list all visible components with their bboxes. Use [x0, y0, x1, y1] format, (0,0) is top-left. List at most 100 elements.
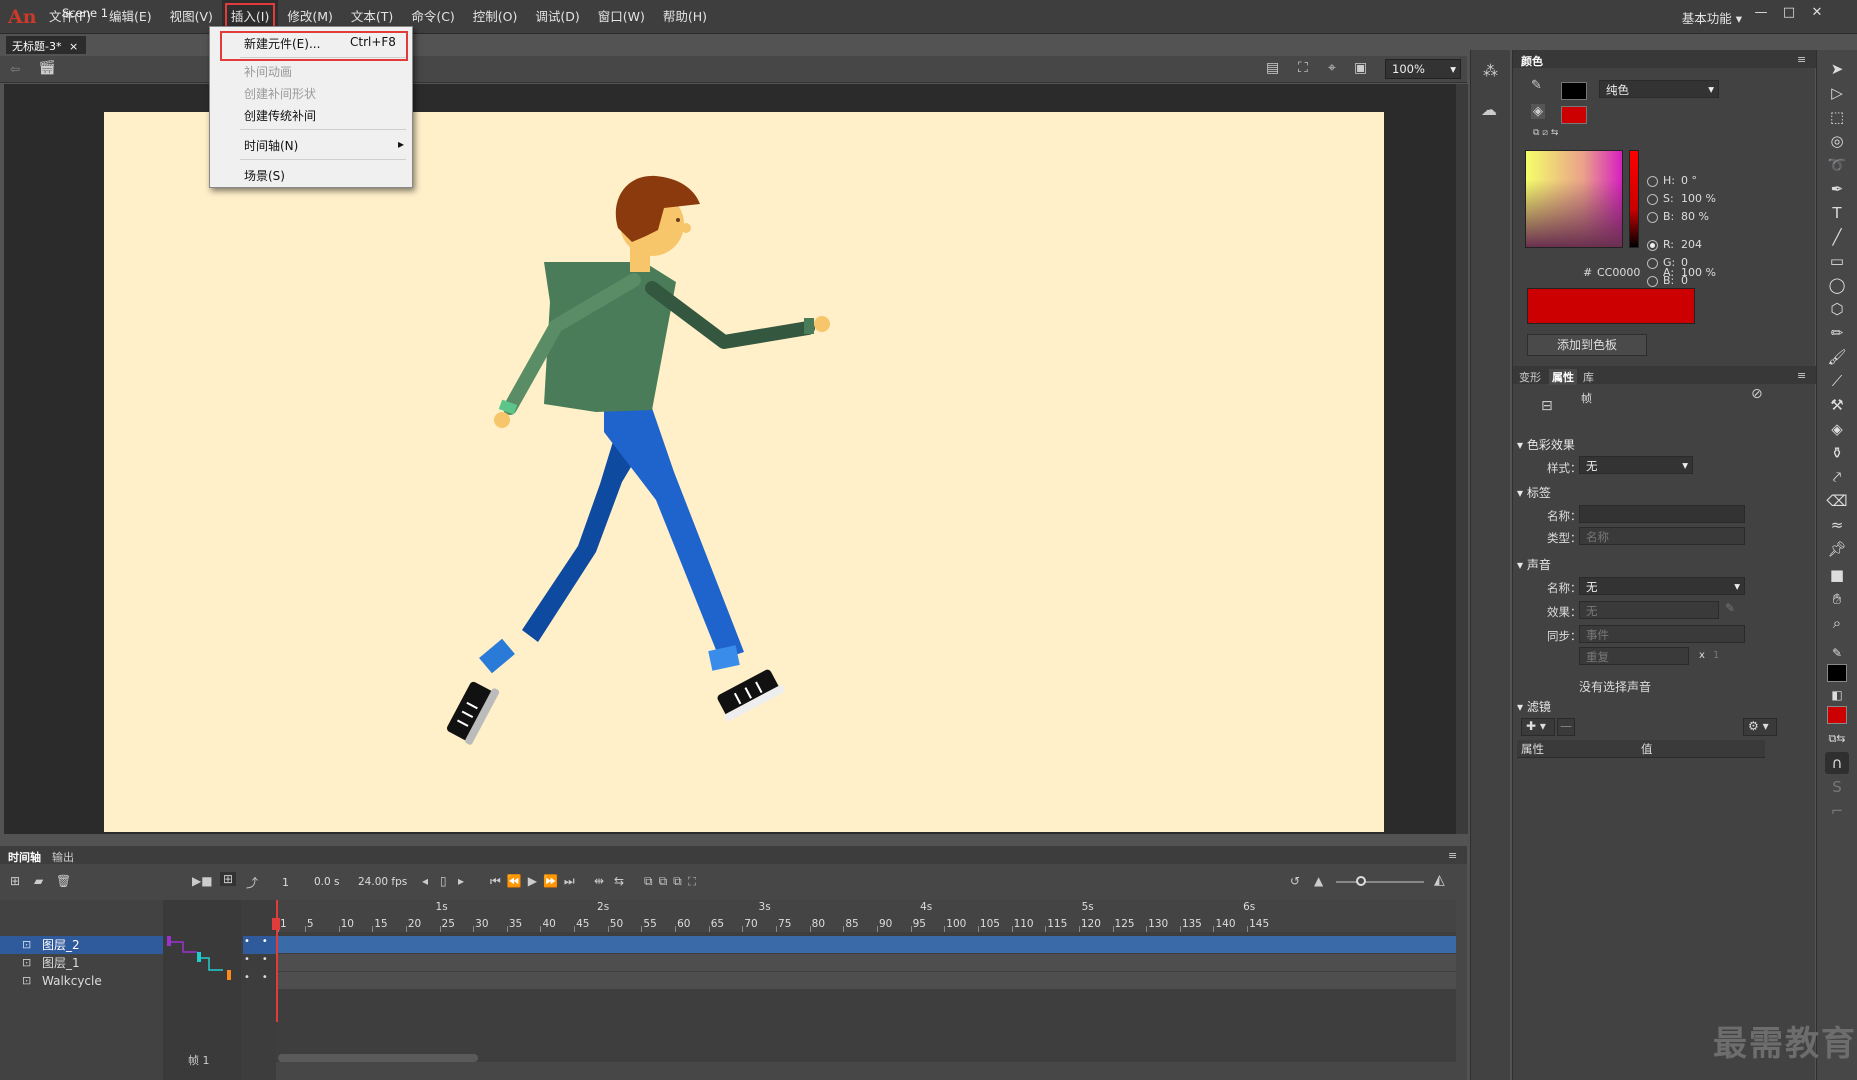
- frame-row-walkcycle[interactable]: [276, 972, 1456, 989]
- timeline-zoom-slider[interactable]: [1336, 881, 1424, 883]
- current-frame[interactable]: 1: [282, 876, 289, 889]
- visibility-dots[interactable]: ••: [244, 972, 280, 983]
- line-tool-icon[interactable]: ╱: [1825, 226, 1849, 248]
- style-select[interactable]: 无 ▾: [1579, 456, 1693, 474]
- menu-edit[interactable]: 编辑(E): [100, 0, 161, 34]
- center-stage-icon[interactable]: ⌖: [1328, 60, 1336, 76]
- document-tab[interactable]: 无标题-3* ×: [6, 36, 86, 54]
- insert-keyframe-icon[interactable]: ▯: [440, 874, 447, 888]
- delete-layer-icon[interactable]: 🗑︎: [56, 874, 71, 888]
- eyedropper-tool-icon[interactable]: ⤤: [1825, 466, 1849, 488]
- new-folder-icon[interactable]: ▰: [34, 874, 43, 888]
- g-radio[interactable]: [1647, 258, 1658, 269]
- motion-presets-icon[interactable]: ⁂: [1483, 62, 1498, 80]
- section-sound[interactable]: ▾ 声音: [1517, 556, 1551, 573]
- stage-canvas[interactable]: [104, 112, 1384, 832]
- r-value[interactable]: 204: [1681, 238, 1702, 251]
- oval-tool-icon[interactable]: ◯: [1825, 274, 1849, 296]
- visibility-dots[interactable]: ••: [244, 936, 280, 947]
- text-tool-icon[interactable]: T: [1825, 202, 1849, 224]
- stroke-color-swatch[interactable]: [1561, 82, 1587, 100]
- width-tool-icon[interactable]: ≈: [1825, 514, 1849, 536]
- menu-help[interactable]: 帮助(H): [654, 0, 716, 34]
- edit-symbol-icon[interactable]: ⛶: [1298, 60, 1308, 76]
- close-icon[interactable]: ✕: [1804, 2, 1830, 24]
- bone-tool-icon[interactable]: ⚒: [1825, 394, 1849, 416]
- camera-tool-icon[interactable]: ■: [1825, 564, 1849, 586]
- prev-keyframe-icon[interactable]: ◂: [422, 874, 428, 888]
- tab-timeline[interactable]: 时间轴: [8, 849, 41, 865]
- polystar-tool-icon[interactable]: ⬡: [1825, 298, 1849, 320]
- tab-properties[interactable]: 属性: [1549, 369, 1577, 385]
- section-color-effect[interactable]: ▾ 色彩效果: [1517, 436, 1575, 453]
- snap-magnet-icon[interactable]: ∩: [1825, 752, 1849, 774]
- menu-debug[interactable]: 调试(D): [526, 0, 588, 34]
- stage-vertical-scrollbar[interactable]: [1456, 84, 1468, 834]
- pen-tool-icon[interactable]: ✒: [1825, 178, 1849, 200]
- remove-filter-button[interactable]: —: [1557, 718, 1575, 736]
- walking-character[interactable]: [104, 112, 1384, 832]
- layer-parenting-icon[interactable]: ⊞: [220, 872, 237, 886]
- playback-controls[interactable]: ⏮⏪▶⏩⏭: [490, 874, 581, 889]
- paint-bucket-tool-icon[interactable]: ◈: [1825, 418, 1849, 440]
- undo-icon[interactable]: ↺: [1290, 874, 1300, 888]
- color-picker-field[interactable]: [1525, 150, 1623, 248]
- timeline-horizontal-scrollbar[interactable]: [278, 1054, 478, 1062]
- b-value[interactable]: 80 %: [1681, 210, 1709, 223]
- zoom-tool-icon[interactable]: ⌕: [1825, 612, 1849, 634]
- brightness-slider[interactable]: [1629, 150, 1639, 248]
- help-icon[interactable]: ⊘: [1751, 386, 1763, 402]
- section-label[interactable]: ▾ 标签: [1517, 484, 1551, 501]
- r-radio[interactable]: [1647, 240, 1658, 251]
- minimize-icon[interactable]: —: [1748, 2, 1774, 24]
- timeline-zoom-thumb[interactable]: [1356, 876, 1366, 886]
- toolbar-stroke-swatch[interactable]: [1827, 664, 1847, 682]
- zoom-in-timeline-icon[interactable]: ◭: [1434, 872, 1445, 888]
- loop-icon[interactable]: ⇆: [614, 874, 624, 888]
- 3d-rotation-tool-icon[interactable]: ◎: [1825, 130, 1849, 152]
- filter-options-gear-icon[interactable]: ⚙ ▾: [1743, 718, 1777, 736]
- panel-menu-icon[interactable]: ≡: [1797, 53, 1806, 66]
- visibility-dots[interactable]: ••: [244, 954, 280, 965]
- asset-warp-tool-icon[interactable]: 📌︎: [1825, 538, 1849, 560]
- h-value[interactable]: 0 °: [1681, 174, 1697, 187]
- back-arrow-icon[interactable]: ⇦: [10, 62, 20, 76]
- tab-library[interactable]: 库: [1583, 369, 1594, 385]
- section-filters[interactable]: ▾ 滤镜: [1517, 698, 1551, 715]
- subselection-tool-icon[interactable]: ▷: [1825, 82, 1849, 104]
- edit-scene-icon[interactable]: ▤: [1266, 60, 1279, 76]
- tab-transform[interactable]: 变形: [1519, 369, 1541, 385]
- menu-item-new-symbol[interactable]: 新建元件(E)...: [244, 35, 320, 52]
- add-to-swatches-button[interactable]: 添加到色板: [1527, 334, 1647, 356]
- frame-row-layer1[interactable]: [276, 954, 1456, 971]
- add-filter-button[interactable]: ✚ ▾: [1521, 718, 1555, 736]
- brush-tool-icon[interactable]: ⟋: [1825, 370, 1849, 392]
- smooth-icon[interactable]: S: [1825, 776, 1849, 798]
- next-keyframe-icon[interactable]: ▸: [458, 874, 464, 888]
- onion-skin-icons[interactable]: ⧉⧉⧉⛶: [644, 874, 702, 889]
- menu-item-classic-tween[interactable]: 创建传统补间: [244, 107, 316, 124]
- menu-window[interactable]: 窗口(W): [589, 0, 654, 34]
- h-radio[interactable]: [1647, 176, 1658, 187]
- tab-close-icon[interactable]: ×: [69, 40, 78, 53]
- blue-radio[interactable]: [1647, 276, 1658, 287]
- label-name-input[interactable]: [1579, 505, 1745, 523]
- color-type-select[interactable]: 纯色 ▾: [1599, 80, 1719, 98]
- frame-ruler[interactable]: 1 5 10 15 20 25 30 35 40 45 50 55 60 65 70 75 80 85 90 95 10…: [276, 900, 1456, 932]
- free-transform-tool-icon[interactable]: ⬚: [1825, 106, 1849, 128]
- panel-menu-icon[interactable]: ≡: [1797, 369, 1806, 382]
- paint-brush-tool-icon[interactable]: 🖌︎: [1825, 346, 1849, 368]
- workspace-switcher[interactable]: 基本功能 ▾: [1682, 8, 1742, 27]
- sound-name-select[interactable]: 无 ▾: [1579, 577, 1745, 595]
- zoom-select[interactable]: 100% ▾: [1385, 59, 1461, 79]
- selection-tool-icon[interactable]: ➤: [1825, 58, 1849, 80]
- swap-colors-icon[interactable]: ⧉ ⧄ ⇆: [1533, 128, 1558, 138]
- current-time[interactable]: 0.0 s: [314, 876, 340, 888]
- rectangle-tool-icon[interactable]: ▭: [1825, 250, 1849, 272]
- b-radio[interactable]: [1647, 212, 1658, 223]
- s-radio[interactable]: [1647, 194, 1658, 205]
- tab-output[interactable]: 输出: [52, 849, 74, 865]
- center-frame-icon[interactable]: ⇹: [594, 874, 604, 888]
- graph-icon[interactable]: ⤴: [246, 874, 258, 891]
- pencil-tool-icon[interactable]: ✏: [1825, 322, 1849, 344]
